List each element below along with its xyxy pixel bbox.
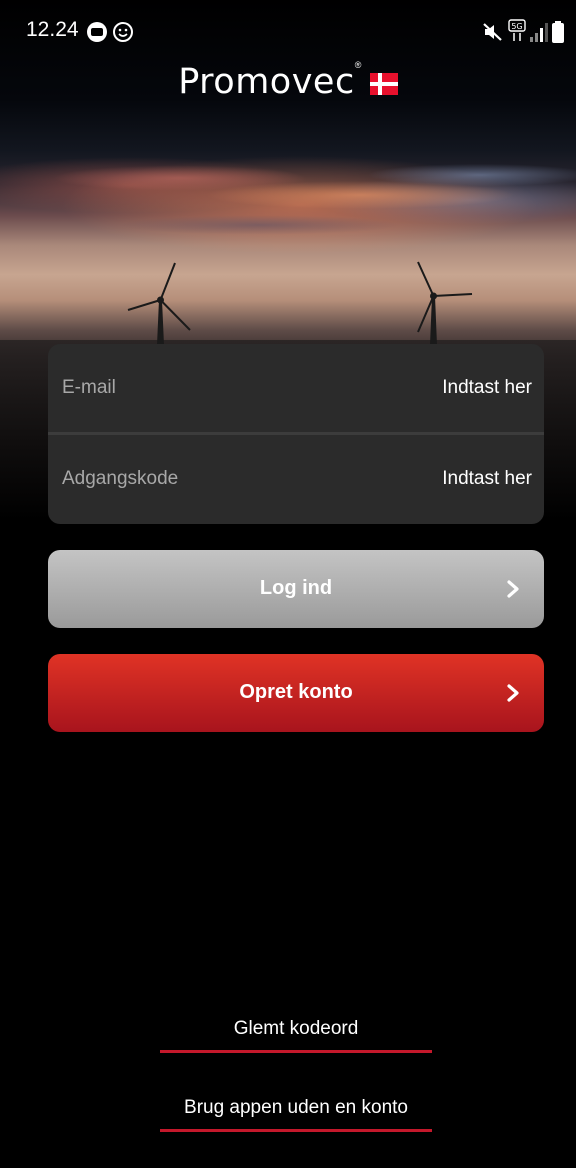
status-time: 12.24 [26,18,79,41]
use-without-account-underline [160,1129,432,1132]
mute-icon [483,23,502,41]
tv2-icon [87,22,107,42]
login-form: E-mail Adgangskode [48,344,544,524]
create-account-button[interactable]: Opret konto [48,654,544,732]
email-label: E-mail [62,377,116,398]
login-screen: 12.24 5G Promovec® E-mail Indtast her Ad… [0,0,576,1168]
login-button-label: Log ind [259,577,333,599]
chevron-right-icon [507,580,519,598]
use-without-account-link[interactable]: Brug appen uden en konto [160,1097,432,1119]
brand-name: Promovec [178,61,355,102]
brand-logo: Promovec® [0,60,576,102]
wind-turbine-right [417,261,473,345]
forgot-password-link[interactable]: Glemt kodeord [160,1018,432,1040]
chevron-right-icon [507,684,519,702]
password-label: Adgangskode [62,468,179,489]
password-row[interactable]: Adgangskode [48,435,544,523]
denmark-flag-icon [369,72,398,95]
status-bar: 12.24 5G [0,0,576,64]
forgot-password-underline [160,1050,432,1053]
smiley-icon [113,22,133,42]
battery-icon [552,21,564,43]
signal-icon [530,23,548,42]
wind-turbine-left [127,262,191,345]
5g-icon: 5G [508,19,526,41]
create-account-button-label: Opret konto [239,681,353,703]
registered-mark: ® [354,60,362,70]
password-field[interactable] [272,459,532,499]
svg-text:5G: 5G [511,22,522,31]
email-field[interactable] [272,368,532,408]
email-row[interactable]: E-mail [48,344,544,432]
login-button[interactable]: Log ind [48,550,544,628]
